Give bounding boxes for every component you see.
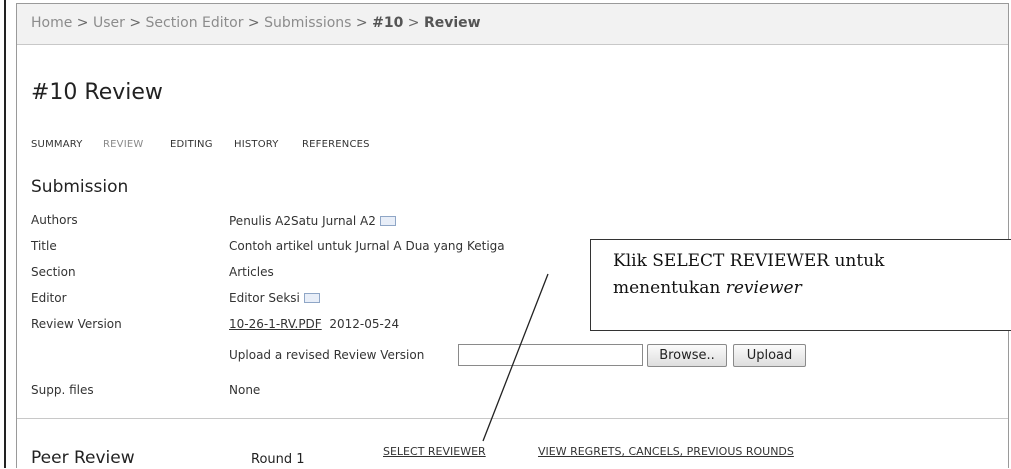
page-container: Home > User > Section Editor > Submissio… [16,3,1011,468]
view-regrets-link[interactable]: VIEW REGRETS, CANCELS, PREVIOUS ROUNDS [538,445,794,458]
callout-pointer-line [482,273,549,442]
peer-review-heading: Peer Review [31,448,135,468]
select-reviewer-link[interactable]: SELECT REVIEWER [383,445,486,458]
left-margin-rule [4,0,6,468]
round-label: Round 1 [251,452,305,467]
